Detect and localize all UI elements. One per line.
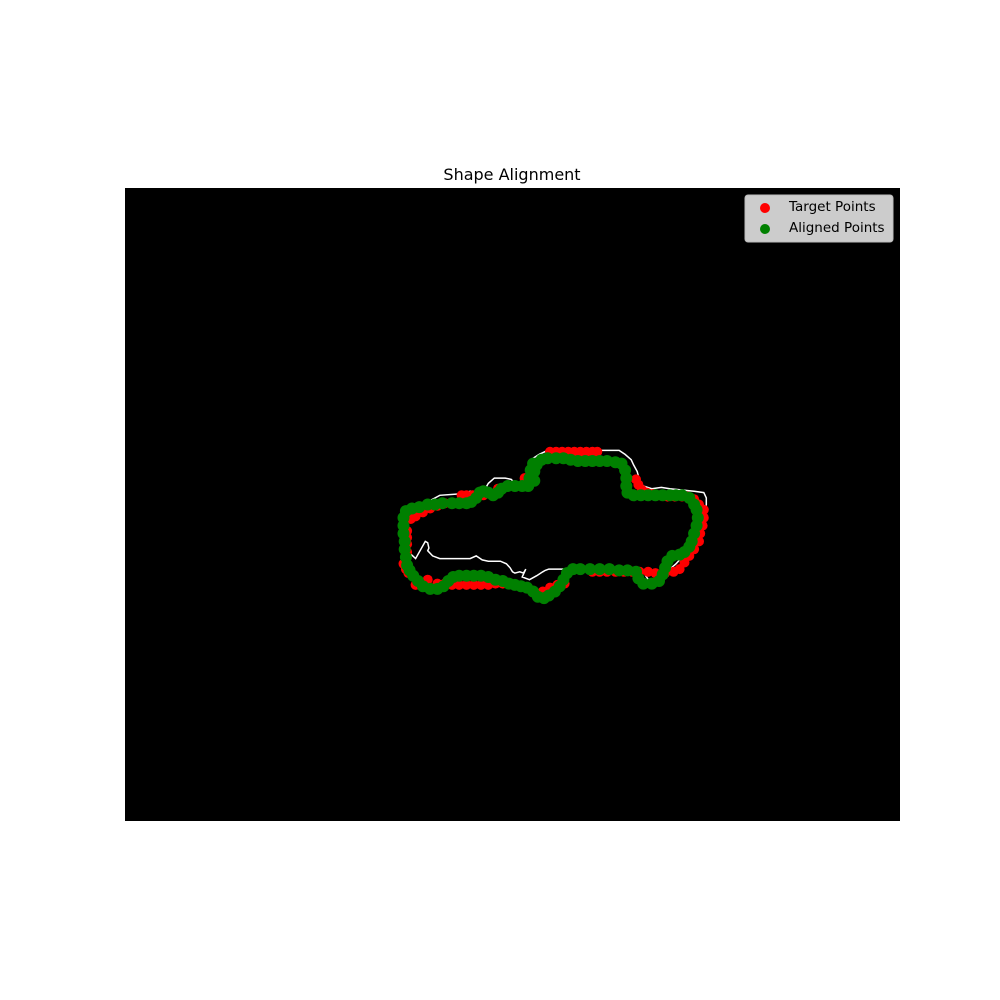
legend-label-target: Target Points [788,199,876,215]
legend-label-aligned: Aligned Points [789,220,885,236]
legend-marker-aligned [760,224,770,234]
chart-figure: Shape Alignment Target Points Aligned Po… [0,0,1000,1000]
chart-title: Shape Alignment [443,165,580,184]
legend-marker-target [760,203,770,213]
plot-area [125,188,900,821]
legend: Target Points Aligned Points [744,194,894,243]
aligned-point [527,457,540,470]
